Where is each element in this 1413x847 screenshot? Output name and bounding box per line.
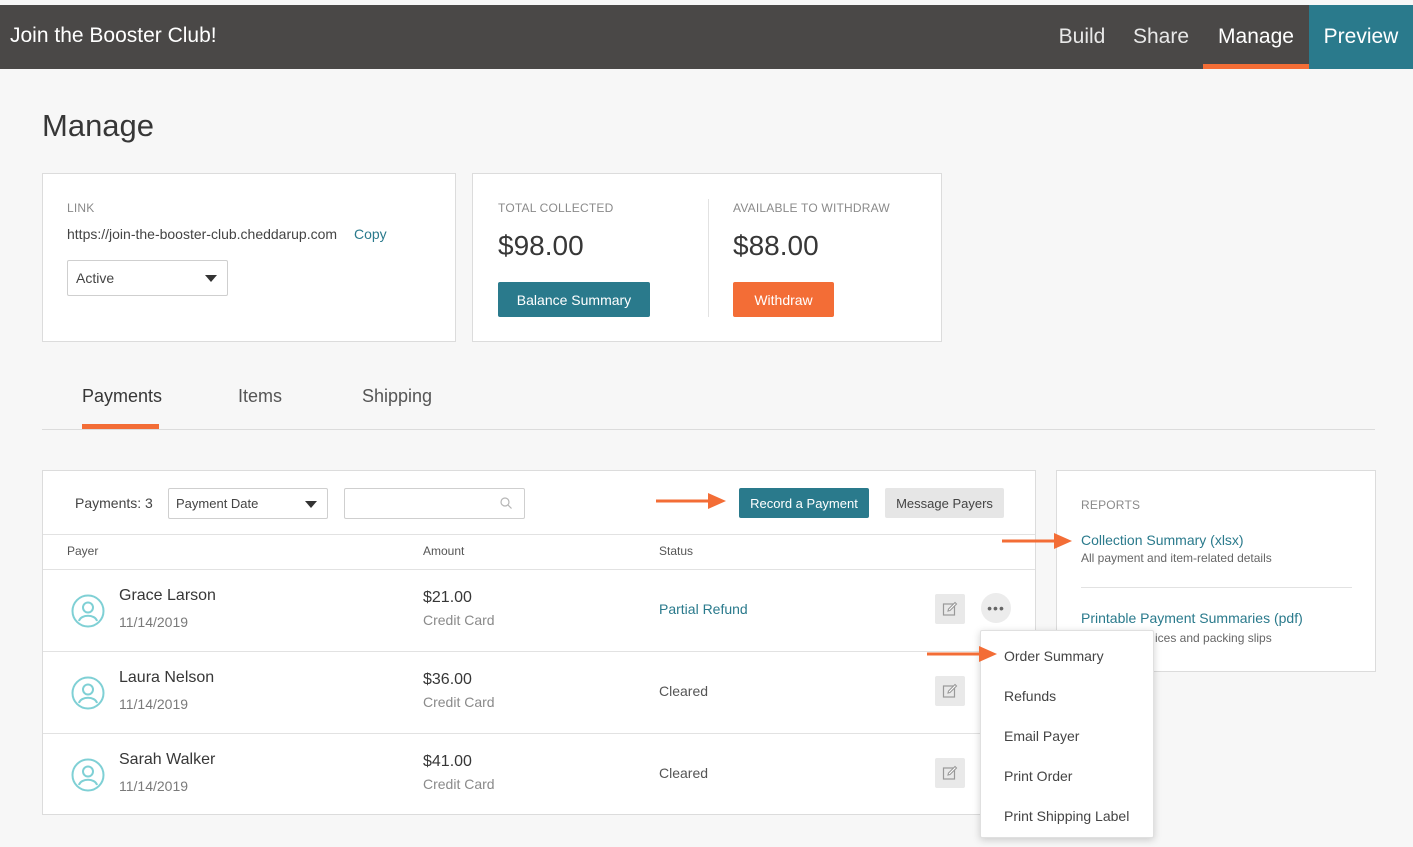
payment-date: 11/14/2019: [119, 614, 189, 630]
more-options-button[interactable]: •••: [981, 593, 1011, 623]
payer-name: Laura Nelson: [119, 669, 215, 686]
user-avatar-icon: [71, 676, 105, 710]
payment-date: 11/14/2019: [119, 778, 189, 794]
arrow-icon: [927, 646, 997, 662]
menu-item-print-order[interactable]: Print Order: [1004, 768, 1072, 784]
payer-name: Grace Larson: [119, 587, 216, 604]
available-label: AVAILABLE TO WITHDRAW: [733, 201, 890, 215]
user-avatar-icon: [71, 758, 105, 792]
payments-count: Payments: 3: [75, 495, 153, 511]
payment-method: Credit Card: [423, 694, 495, 710]
app-title: Join the Booster Club!: [10, 24, 217, 47]
payment-status: Cleared: [659, 683, 709, 699]
menu-item-print-shipping-label[interactable]: Print Shipping Label: [1004, 808, 1129, 824]
payment-summaries-desc: ices and packing slips: [1155, 631, 1272, 645]
payment-date: 11/14/2019: [119, 696, 189, 712]
caret-down-icon: [205, 275, 217, 282]
table-row[interactable]: Laura Nelson 11/14/2019 $36.00 Credit Ca…: [43, 651, 1035, 733]
payment-summaries-link[interactable]: Printable Payment Summaries (pdf): [1081, 610, 1303, 626]
available-value: $88.00: [733, 230, 819, 261]
money-divider: [708, 199, 709, 317]
payment-method: Credit Card: [423, 612, 495, 628]
column-header-status: Status: [659, 544, 694, 558]
link-card: LINK https://join-the-booster-club.chedd…: [42, 173, 456, 342]
reports-label: REPORTS: [1081, 498, 1141, 512]
table-row[interactable]: Sarah Walker 11/14/2019 $41.00 Credit Ca…: [43, 733, 1035, 815]
balance-summary-button[interactable]: Balance Summary: [498, 282, 650, 317]
tab-items[interactable]: Items: [238, 386, 282, 407]
edit-icon[interactable]: [935, 676, 965, 706]
payment-status: Cleared: [659, 765, 709, 781]
payment-amount: $41.00: [423, 753, 472, 770]
tab-payments[interactable]: Payments: [82, 386, 162, 407]
copy-link[interactable]: Copy: [354, 226, 387, 242]
collection-url: https://join-the-booster-club.cheddarup.…: [67, 226, 338, 242]
column-header-amount: Amount: [423, 544, 465, 558]
user-avatar-icon: [71, 594, 105, 628]
tabs-divider: [42, 429, 1375, 430]
message-payers-button[interactable]: Message Payers: [885, 488, 1004, 518]
caret-down-icon: [305, 500, 317, 508]
payments-panel: Payments: 3 Payment Date Record a Paymen…: [42, 470, 1036, 815]
total-collected-label: TOTAL COLLECTED: [498, 201, 614, 215]
row-actions-menu: Order Summary Refunds Email Payer Print …: [980, 630, 1154, 838]
page-title: Manage: [42, 108, 155, 143]
menu-item-order-summary[interactable]: Order Summary: [1004, 648, 1104, 664]
tab-shipping[interactable]: Shipping: [362, 386, 432, 407]
search-icon: [500, 497, 512, 509]
payment-method: Credit Card: [423, 776, 495, 792]
money-card: TOTAL COLLECTED $98.00 Balance Summary A…: [472, 173, 942, 342]
header-divider: [43, 534, 1035, 535]
edit-icon[interactable]: [935, 758, 965, 788]
payment-amount: $21.00: [423, 589, 472, 606]
link-label: LINK: [67, 201, 95, 215]
arrow-icon: [1002, 533, 1072, 549]
search-input[interactable]: [344, 488, 525, 519]
top-bar: Join the Booster Club! Build Share Manag…: [0, 5, 1413, 69]
status-select-value: Active: [76, 270, 115, 286]
payer-name: Sarah Walker: [119, 751, 216, 768]
withdraw-button[interactable]: Withdraw: [733, 282, 834, 317]
nav-manage[interactable]: Manage: [1203, 5, 1309, 69]
menu-item-email-payer[interactable]: Email Payer: [1004, 728, 1079, 744]
menu-item-refunds[interactable]: Refunds: [1004, 688, 1056, 704]
arrow-icon: [656, 493, 726, 509]
sort-select[interactable]: Payment Date: [168, 488, 328, 519]
payment-amount: $36.00: [423, 671, 472, 688]
status-select[interactable]: Active: [67, 260, 228, 296]
nav-build[interactable]: Build: [1047, 5, 1117, 69]
payment-status: Partial Refund: [659, 601, 748, 617]
total-collected-value: $98.00: [498, 230, 584, 261]
report-divider: [1081, 587, 1352, 588]
collection-summary-desc: All payment and item-related details: [1081, 551, 1272, 565]
collection-summary-link[interactable]: Collection Summary (xlsx): [1081, 532, 1244, 548]
nav-share[interactable]: Share: [1122, 5, 1200, 69]
record-payment-button[interactable]: Record a Payment: [739, 488, 869, 518]
table-row[interactable]: Grace Larson 11/14/2019 $21.00 Credit Ca…: [43, 569, 1035, 651]
column-header-payer: Payer: [67, 544, 99, 558]
sort-select-value: Payment Date: [176, 496, 259, 511]
edit-icon[interactable]: [935, 594, 965, 624]
nav-preview[interactable]: Preview: [1309, 5, 1413, 69]
